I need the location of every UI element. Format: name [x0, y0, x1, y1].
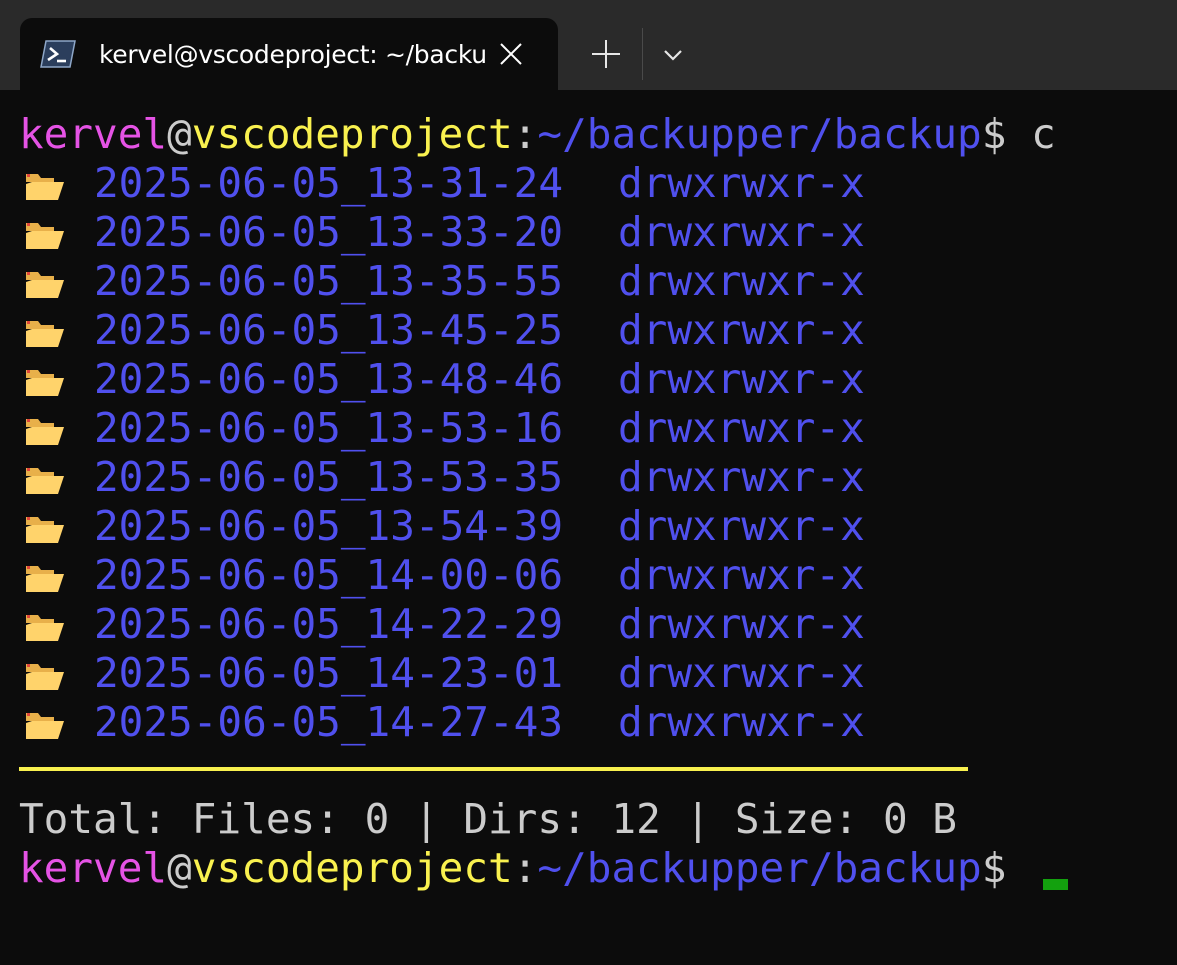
- folder-icon: [24, 660, 66, 692]
- list-item: 2025-06-05_13-33-20 drwxrwxr-x: [0, 208, 900, 257]
- tab-title: kervel@vscodeproject: ~/backupper/backup: [99, 40, 487, 69]
- new-tab-plus-icon[interactable]: [588, 36, 624, 72]
- entry-name: 2025-06-05_13-45-25: [94, 306, 563, 354]
- entry-permissions: drwxrwxr-x: [618, 649, 865, 697]
- prompt-user: kervel: [19, 110, 168, 158]
- text-cursor: [1043, 879, 1068, 890]
- prompt-at: @: [167, 110, 192, 158]
- list-item: 2025-06-05_14-27-43 drwxrwxr-x: [0, 698, 900, 747]
- tab-bar: kervel@vscodeproject: ~/backupper/backup: [0, 0, 1177, 90]
- entry-name: 2025-06-05_13-48-46: [94, 355, 563, 403]
- entry-permissions: drwxrwxr-x: [618, 404, 865, 452]
- list-item: 2025-06-05_13-53-35 drwxrwxr-x: [0, 453, 900, 502]
- entry-permissions: drwxrwxr-x: [618, 208, 865, 256]
- folder-icon: [24, 366, 66, 398]
- entry-name: 2025-06-05_14-27-43: [94, 698, 563, 746]
- entry-name: 2025-06-05_14-00-06: [94, 551, 563, 599]
- entry-name: 2025-06-05_13-31-24: [94, 159, 563, 207]
- separator-line: [19, 767, 968, 771]
- entry-permissions: drwxrwxr-x: [618, 453, 865, 501]
- prompt-path: ~/backupper/backup: [537, 110, 982, 158]
- folder-icon: [24, 611, 66, 643]
- entry-permissions: drwxrwxr-x: [618, 551, 865, 599]
- terminal-output[interactable]: kervel@vscodeproject:~/backupper/backup$…: [0, 90, 1177, 965]
- entry-name: 2025-06-05_13-35-55: [94, 257, 563, 305]
- summary-line: Total: Files: 0 | Dirs: 12 | Size: 0 B: [19, 795, 957, 843]
- terminal-tab[interactable]: kervel@vscodeproject: ~/backupper/backup: [20, 18, 558, 90]
- folder-icon: [24, 513, 66, 545]
- folder-icon: [24, 317, 66, 349]
- entry-permissions: drwxrwxr-x: [618, 600, 865, 648]
- list-item: 2025-06-05_13-31-24 drwxrwxr-x: [0, 159, 900, 208]
- list-item: 2025-06-05_13-54-39 drwxrwxr-x: [0, 502, 900, 551]
- prompt-line: kervel@vscodeproject:~/backupper/backup$…: [19, 110, 1056, 159]
- prompt-path: ~/backupper/backup: [537, 844, 982, 892]
- list-item: 2025-06-05_14-22-29 drwxrwxr-x: [0, 600, 900, 649]
- prompt-symbol: $: [981, 844, 1007, 892]
- folder-icon: [24, 415, 66, 447]
- chevron-down-icon[interactable]: [658, 40, 688, 70]
- tab-bar-divider: [642, 28, 643, 80]
- prompt-host: vscodeproject: [191, 844, 513, 892]
- folder-icon: [24, 219, 66, 251]
- entry-name: 2025-06-05_13-33-20: [94, 208, 563, 256]
- folder-icon: [24, 268, 66, 300]
- close-icon[interactable]: [497, 40, 525, 68]
- prompt-symbol: $: [981, 110, 1007, 158]
- folder-icon: [24, 170, 66, 202]
- powershell-icon: [40, 40, 76, 68]
- entry-name: 2025-06-05_14-23-01: [94, 649, 563, 697]
- list-item: 2025-06-05_13-48-46 drwxrwxr-x: [0, 355, 900, 404]
- entry-permissions: drwxrwxr-x: [618, 698, 865, 746]
- entry-name: 2025-06-05_14-22-29: [94, 600, 563, 648]
- entry-permissions: drwxrwxr-x: [618, 257, 865, 305]
- prompt-colon: :: [512, 110, 538, 158]
- list-item: 2025-06-05_13-45-25 drwxrwxr-x: [0, 306, 900, 355]
- folder-icon: [24, 464, 66, 496]
- prompt-at: @: [167, 844, 192, 892]
- list-item: 2025-06-05_13-53-16 drwxrwxr-x: [0, 404, 900, 453]
- entry-name: 2025-06-05_13-53-16: [94, 404, 563, 452]
- entry-permissions: drwxrwxr-x: [618, 159, 865, 207]
- prompt-command: c: [1006, 110, 1056, 158]
- prompt-host: vscodeproject: [191, 110, 513, 158]
- prompt-line: kervel@vscodeproject:~/backupper/backup$: [19, 844, 1006, 893]
- entry-name: 2025-06-05_13-53-35: [94, 453, 563, 501]
- entry-permissions: drwxrwxr-x: [618, 355, 865, 403]
- list-item: 2025-06-05_14-23-01 drwxrwxr-x: [0, 649, 900, 698]
- prompt-colon: :: [512, 844, 538, 892]
- list-item: 2025-06-05_13-35-55 drwxrwxr-x: [0, 257, 900, 306]
- folder-icon: [24, 562, 66, 594]
- list-item: 2025-06-05_14-00-06 drwxrwxr-x: [0, 551, 900, 600]
- entry-permissions: drwxrwxr-x: [618, 306, 865, 354]
- prompt-user: kervel: [19, 844, 168, 892]
- entry-permissions: drwxrwxr-x: [618, 502, 865, 550]
- folder-icon: [24, 709, 66, 741]
- entry-name: 2025-06-05_13-54-39: [94, 502, 563, 550]
